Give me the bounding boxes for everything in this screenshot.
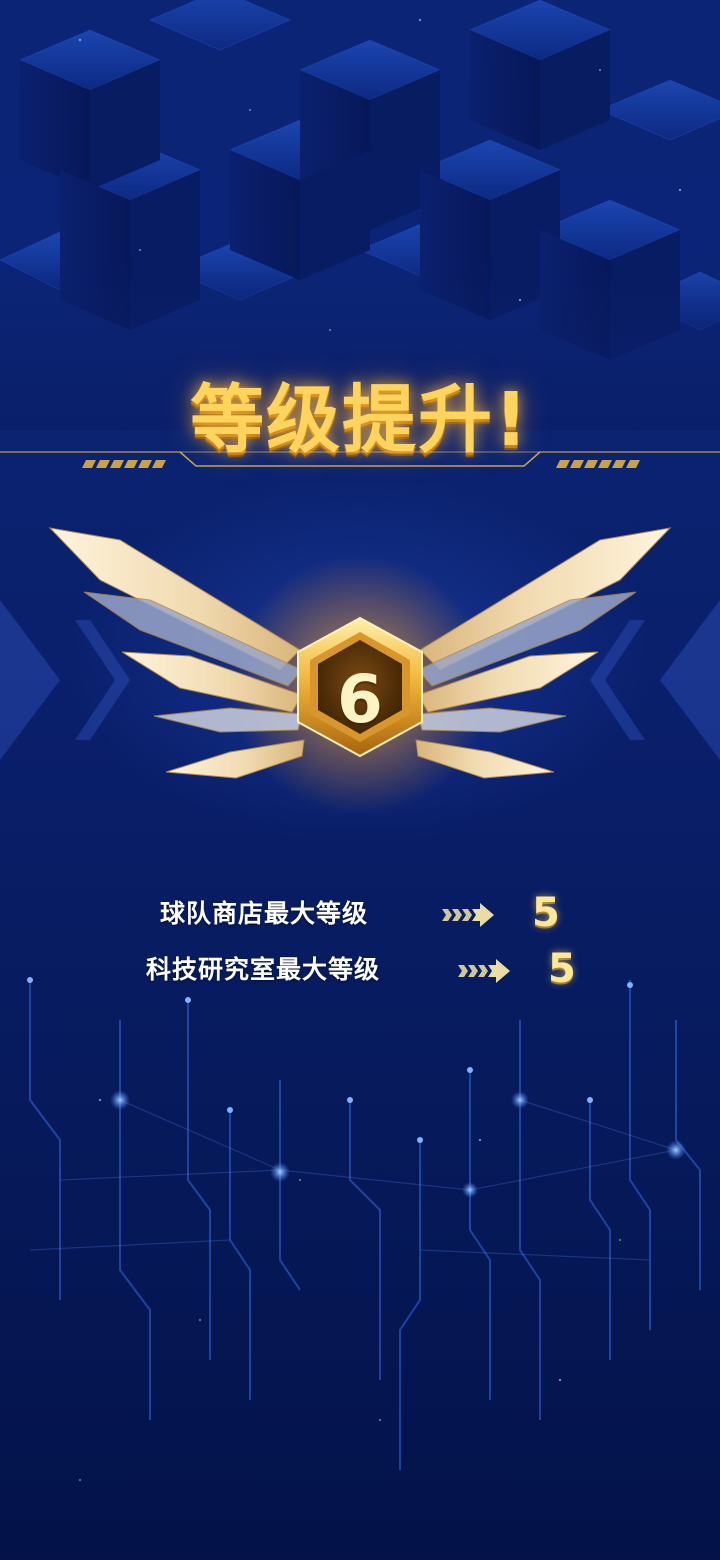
upgrade-row-team-shop: 球队商店最大等级 5	[0, 890, 720, 936]
arrow-icon	[458, 959, 510, 983]
upgrade-row-tech-lab: 科技研究室最大等级 5	[0, 946, 720, 992]
title-underline-bar	[0, 451, 720, 468]
level-up-screen[interactable]: 等级提升! 6 球队商店最大等级 5 科技研究室最大等级 5	[0, 0, 720, 1560]
upgrade-label: 科技研究室最大等级	[146, 955, 381, 984]
arrow-icon	[442, 903, 494, 927]
upgrade-value: 5	[548, 946, 576, 992]
level-number: 6	[337, 661, 383, 738]
upgrade-label: 球队商店最大等级	[160, 899, 369, 928]
upgrade-value: 5	[532, 890, 560, 936]
